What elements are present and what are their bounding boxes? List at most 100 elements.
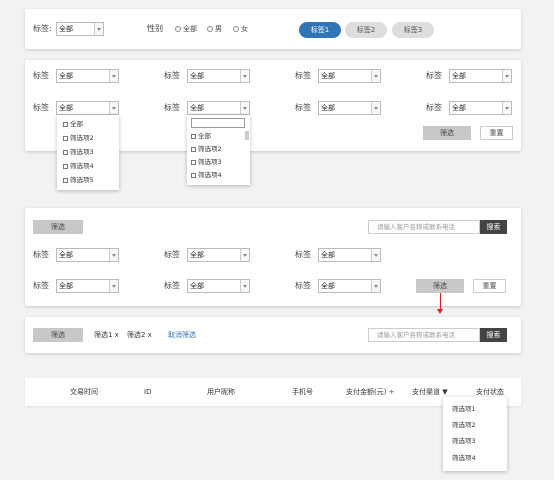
tag-label: 标签	[426, 71, 442, 80]
dropdown-option[interactable]: 筛选项1	[452, 403, 476, 415]
dropdown-option[interactable]: 筛选项2	[63, 132, 94, 144]
filter-chip[interactable]: 筛选2 x	[127, 329, 152, 341]
tag-select[interactable]: 全部	[187, 279, 250, 293]
tag-select[interactable]: 全部	[187, 248, 250, 262]
clear-filter-link[interactable]: 取消筛选	[168, 329, 196, 341]
checkbox-icon	[191, 173, 196, 178]
dropdown-scrollbar[interactable]	[245, 131, 249, 140]
dropdown-option[interactable]: 筛选项5	[63, 174, 94, 186]
dropdown-option[interactable]: 筛选项2	[452, 419, 476, 431]
col-amount-sortable[interactable]: 支付金额(元) ÷	[346, 386, 395, 398]
dropdown-option[interactable]: 全部	[63, 118, 83, 130]
dropdown-option[interactable]: 筛选项4	[452, 452, 476, 464]
search-button[interactable]: 搜索	[480, 328, 507, 342]
tag-dropdown-searchable: 全部 筛选项2 筛选项3 筛选项4	[187, 115, 250, 185]
tag-select[interactable]: 全部	[56, 22, 104, 36]
checkbox-icon	[63, 164, 68, 169]
col-nickname: 用户昵称	[207, 388, 235, 396]
tag-pill-2[interactable]: 标签2	[345, 22, 387, 38]
gender-radio-female[interactable]: 女	[233, 23, 248, 35]
search-button[interactable]: 搜索	[480, 220, 507, 234]
chevron-down-icon	[94, 23, 103, 35]
tag-label: 标签	[164, 250, 180, 259]
checkbox-icon	[63, 150, 68, 155]
search-input[interactable]: 请输入客户名称或联系电话	[368, 328, 480, 342]
chevron-down-icon	[502, 70, 511, 82]
search-input[interactable]: 请输入客户名称或联系电话	[368, 220, 480, 234]
filter-toggle-button[interactable]: 筛选	[33, 328, 83, 342]
tag-select[interactable]: 全部	[187, 69, 250, 83]
chevron-down-icon	[109, 102, 118, 114]
tag-label: 标签	[164, 71, 180, 80]
tag-label: 标签:	[33, 24, 52, 33]
top-filter-bar: 标签: 全部 性别 全部 男 女 标签1 标签2 标签3	[25, 9, 521, 49]
tag-pill-1[interactable]: 标签1	[299, 22, 341, 38]
tag-select-open[interactable]: 全部	[187, 101, 250, 115]
tag-dropdown-list: 全部 筛选项2 筛选项3 筛选项4 筛选项5	[57, 115, 119, 190]
chevron-down-icon	[109, 280, 118, 292]
dropdown-option[interactable]: 筛选项3	[63, 146, 94, 158]
tag-label: 标签	[33, 250, 49, 259]
tag-label: 标签	[33, 103, 49, 112]
tag-select[interactable]: 全部	[56, 279, 119, 293]
tag-select[interactable]: 全部	[318, 69, 381, 83]
gender-label: 性别	[147, 24, 163, 33]
reset-button[interactable]: 重置	[480, 126, 513, 140]
chevron-down-icon	[240, 70, 249, 82]
chevron-down-icon	[371, 249, 380, 261]
chevron-down-icon	[371, 280, 380, 292]
tag-select[interactable]: 全部	[318, 248, 381, 262]
channel-filter-dropdown: 筛选项1 筛选项2 筛选项3 筛选项4	[443, 397, 507, 471]
tag-select-open[interactable]: 全部	[56, 101, 119, 115]
dropdown-search-input[interactable]	[191, 118, 245, 128]
tag-label: 标签	[164, 103, 180, 112]
tag-select[interactable]: 全部	[318, 279, 381, 293]
dropdown-option[interactable]: 筛选项2	[191, 143, 222, 155]
tag-select[interactable]: 全部	[56, 248, 119, 262]
chevron-down-icon	[240, 249, 249, 261]
tag-select[interactable]: 全部	[449, 101, 512, 115]
chevron-down-icon	[240, 280, 249, 292]
chevron-down-icon	[502, 102, 511, 114]
gender-radio-male[interactable]: 男	[207, 23, 222, 35]
col-phone: 手机号	[292, 388, 313, 396]
tag-label: 标签	[33, 281, 49, 290]
checkbox-icon	[63, 136, 68, 141]
tag-label: 标签	[295, 103, 311, 112]
filter-button[interactable]: 筛选	[416, 279, 464, 293]
gender-radio-all[interactable]: 全部	[175, 23, 197, 35]
col-id: ID	[144, 388, 152, 396]
filter-toggle-button[interactable]: 筛选	[33, 220, 83, 234]
checkbox-icon	[191, 134, 196, 139]
filter-panel-2: 筛选 请输入客户名称或联系电话 搜索 标签 全部 标签 全部 标签 全部 标签 …	[25, 208, 521, 306]
col-trade-time: 交易时间	[70, 388, 98, 396]
dropdown-option[interactable]: 筛选项3	[191, 156, 222, 168]
checkbox-icon	[191, 147, 196, 152]
chevron-down-icon	[109, 70, 118, 82]
radio-icon	[175, 26, 181, 32]
dropdown-option[interactable]: 全部	[191, 130, 211, 142]
dropdown-option[interactable]: 筛选项4	[191, 169, 222, 181]
filter-chip[interactable]: 筛选1 x	[94, 329, 119, 341]
tag-label: 标签	[295, 250, 311, 259]
chevron-down-icon	[109, 249, 118, 261]
flow-arrow	[440, 293, 441, 310]
filter-button[interactable]: 筛选	[423, 126, 471, 140]
dropdown-option[interactable]: 筛选项4	[63, 160, 94, 172]
checkbox-icon	[191, 160, 196, 165]
tag-pill-3[interactable]: 标签3	[392, 22, 434, 38]
dropdown-option[interactable]: 筛选项3	[452, 435, 476, 447]
tag-label: 标签	[295, 281, 311, 290]
radio-icon	[207, 26, 213, 32]
radio-icon	[233, 26, 239, 32]
tag-select[interactable]: 全部	[56, 69, 119, 83]
chevron-down-icon	[371, 70, 380, 82]
tag-select[interactable]: 全部	[318, 101, 381, 115]
tag-label: 标签	[164, 281, 180, 290]
reset-button[interactable]: 重置	[473, 279, 506, 293]
tag-label: 标签	[295, 71, 311, 80]
tag-label: 标签	[426, 103, 442, 112]
tag-select[interactable]: 全部	[449, 69, 512, 83]
flow-arrow-head	[437, 309, 443, 314]
chevron-down-icon	[371, 102, 380, 114]
